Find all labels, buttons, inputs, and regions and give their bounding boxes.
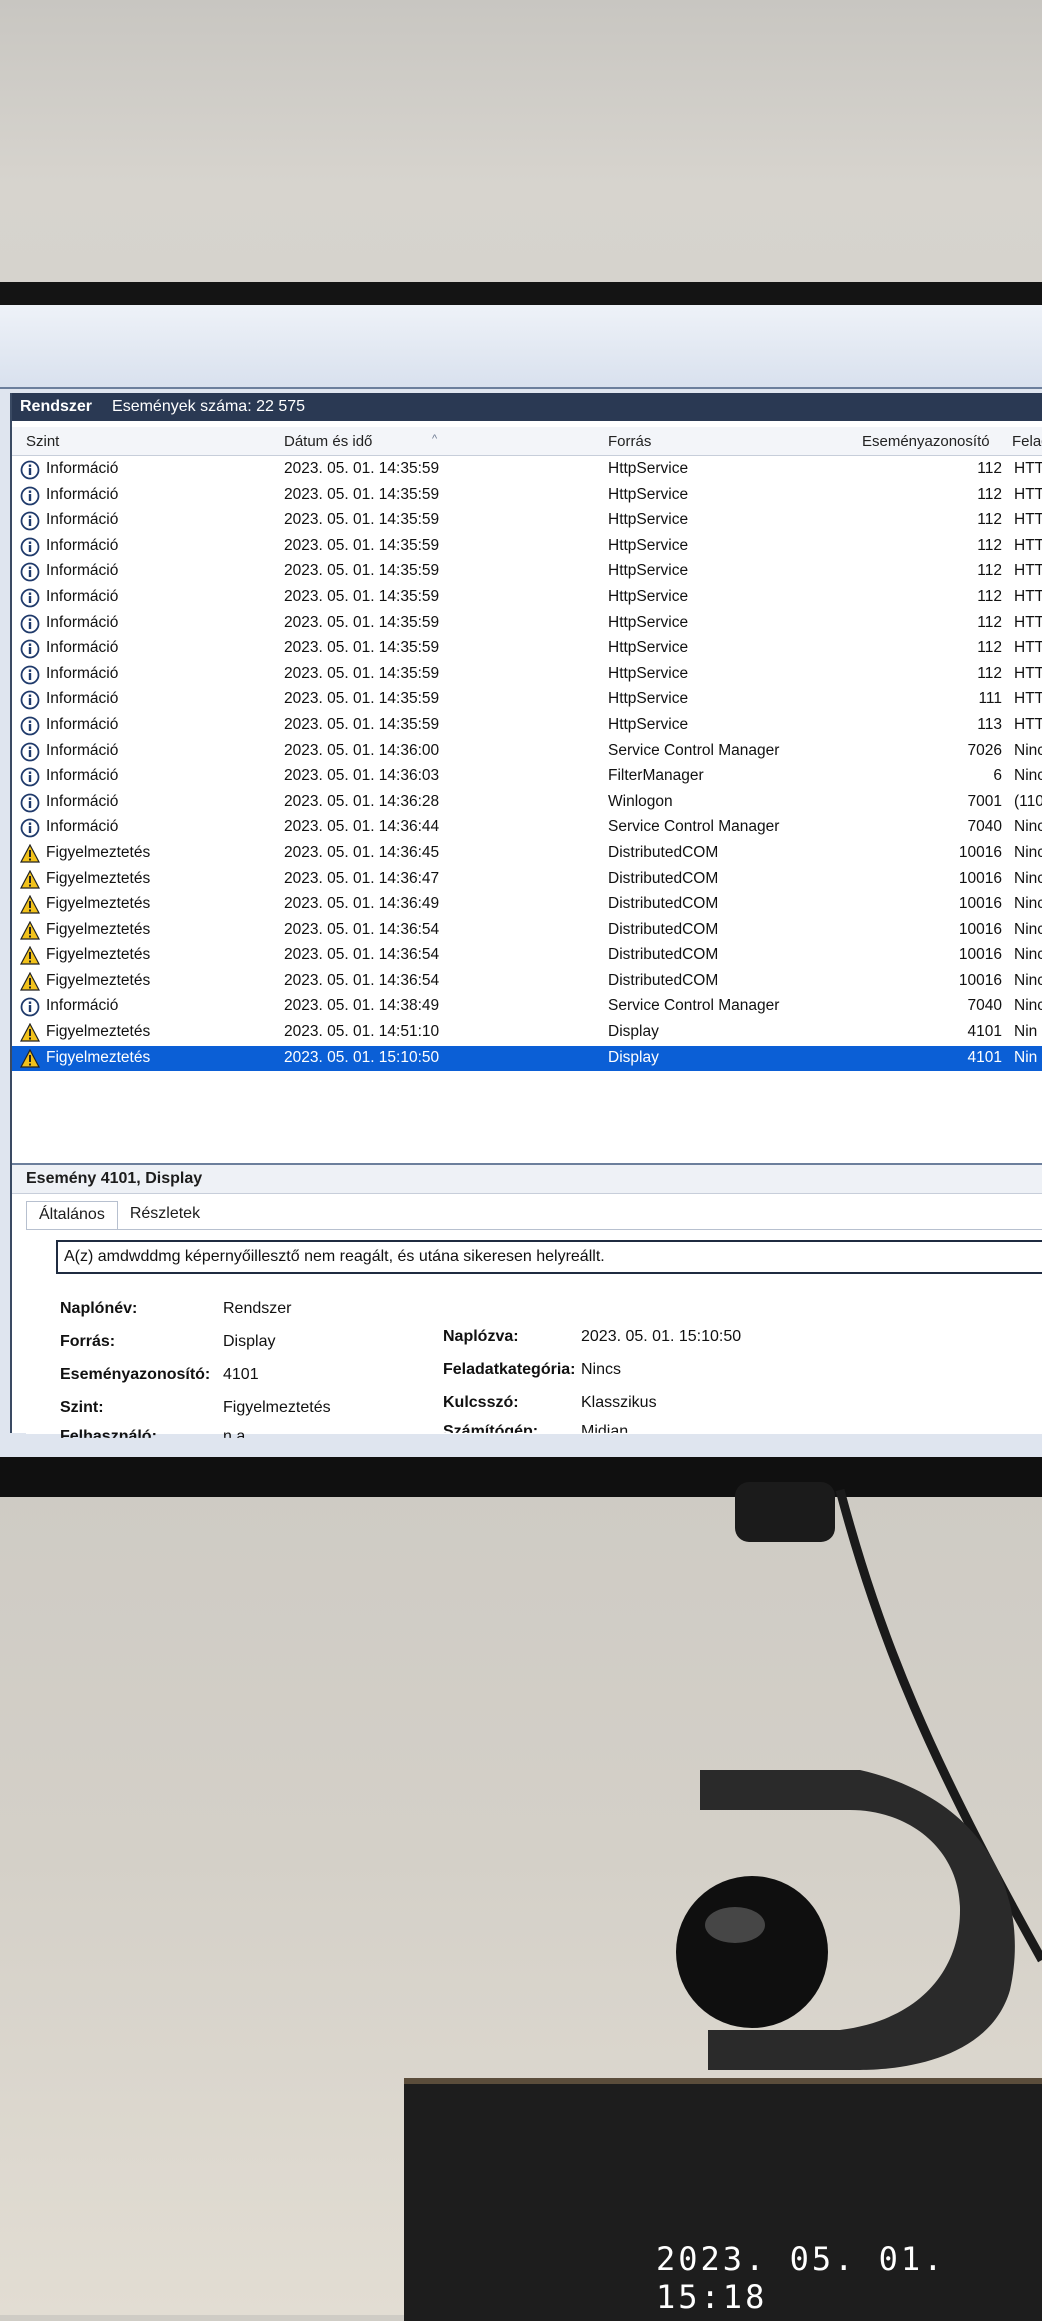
cable xyxy=(835,1488,1042,1963)
decor-svg xyxy=(676,1488,1042,2070)
photo-timestamp: 2023. 05. 01. 15:18 xyxy=(656,2240,946,2316)
globe-highlight xyxy=(705,1907,765,1943)
globe xyxy=(676,1876,828,2028)
